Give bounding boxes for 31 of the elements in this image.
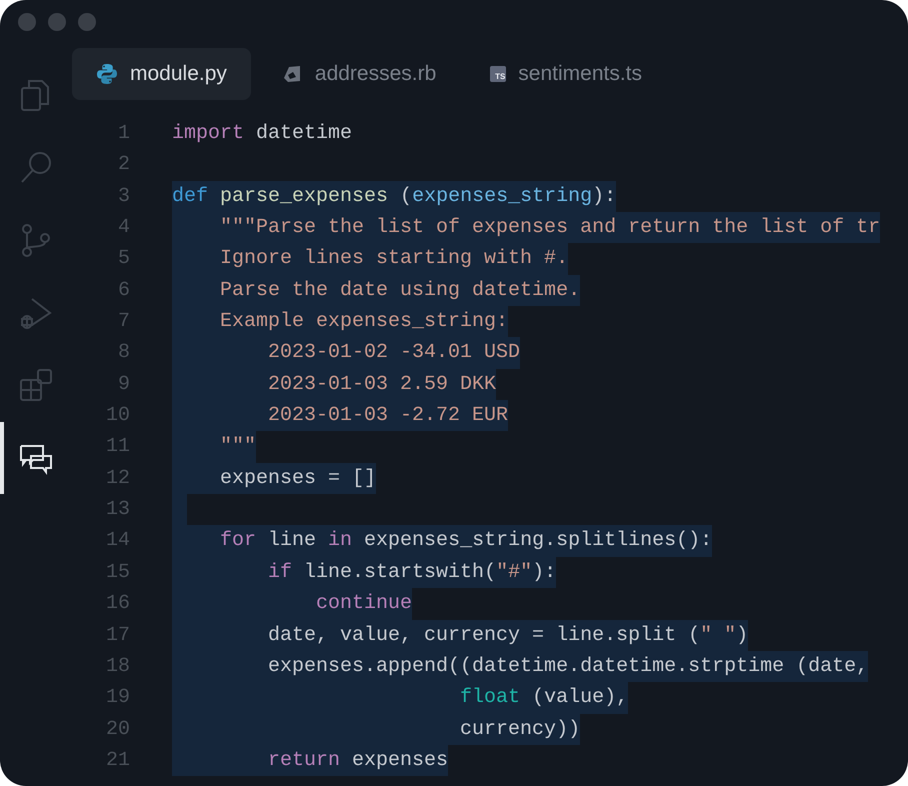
code-line: import datetime: [172, 121, 352, 147]
blocks-icon: [18, 367, 54, 404]
line-number: 5: [116, 246, 130, 272]
line-number: 14: [104, 528, 130, 554]
window-control-dot[interactable]: [18, 13, 36, 31]
line-number: 20: [104, 716, 130, 743]
line-number: 4: [116, 215, 130, 242]
line-number: 12: [104, 466, 130, 492]
editor-tab[interactable]: addresses.rb: [256, 48, 460, 100]
line-number: 16: [104, 591, 130, 618]
line-number: 7: [116, 309, 130, 336]
line-number: 21: [104, 748, 130, 774]
typescript-icon: TS: [490, 66, 506, 82]
line-number: 18: [104, 654, 130, 680]
line-number: 8: [116, 340, 130, 366]
line-number: 3: [116, 184, 130, 210]
editor-tab[interactable]: module.py: [72, 48, 251, 100]
line-number: 9: [116, 372, 130, 398]
line-number: 10: [104, 403, 130, 430]
line-number: 17: [104, 622, 130, 648]
editor-tab[interactable]: TS sentiments.ts: [466, 48, 666, 100]
line-number: 15: [104, 560, 130, 586]
line-number: 2: [116, 152, 130, 178]
line-number: 1: [116, 121, 130, 147]
window-control-dot[interactable]: [78, 13, 96, 31]
window-control-dot[interactable]: [48, 13, 66, 31]
line-number: 11: [104, 434, 130, 460]
line-number: 13: [104, 497, 130, 524]
line-number: 6: [116, 278, 130, 304]
line-number: 19: [104, 685, 130, 712]
python-icon: [96, 63, 118, 85]
